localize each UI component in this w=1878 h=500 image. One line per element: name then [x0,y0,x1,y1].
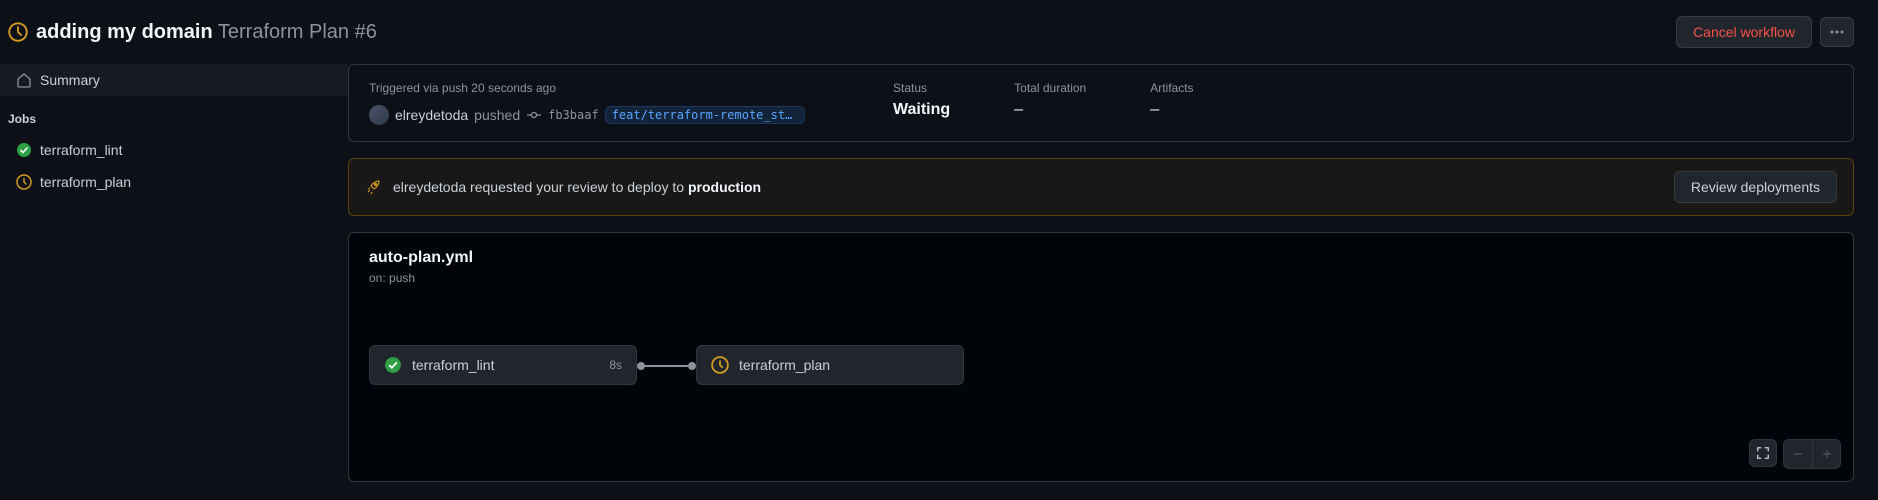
trigger-text: Triggered via push 20 seconds ago [369,81,829,95]
kebab-menu-button[interactable] [1820,17,1854,47]
sidebar-job-terraform-plan[interactable]: terraform_plan [0,166,348,198]
header-left: adding my domain Terraform Plan #6 [8,21,377,44]
avatar[interactable] [369,105,389,125]
sidebar-job-label: terraform_plan [40,174,131,190]
header-actions: Cancel workflow [1676,16,1854,48]
zoom-group [1783,439,1841,469]
artifacts-label: Artifacts [1150,81,1193,95]
check-circle-icon [384,356,402,374]
zoom-in-button[interactable] [1812,440,1840,468]
status-waiting-icon [8,22,28,42]
zoom-out-button[interactable] [1784,440,1812,468]
kebab-icon [1829,24,1845,40]
duration-label: Total duration [1014,81,1086,95]
sidebar-item-summary[interactable]: Summary [0,64,348,96]
sidebar: Summary Jobs terraform_lint terraform_pl… [0,64,348,482]
graph-canvas[interactable]: terraform_lint 8s terraform_plan [349,285,1853,445]
workflow-on-text: on: push [369,271,1833,285]
clock-icon [16,174,32,190]
sidebar-job-label: terraform_lint [40,142,122,158]
graph-header: auto-plan.yml on: push [349,233,1853,285]
review-alert: elreydetoda requested your review to dep… [348,158,1854,216]
pushed-word: pushed [474,107,520,123]
review-deployments-button[interactable]: Review deployments [1674,171,1837,203]
commit-sha[interactable]: fb3baaf [548,108,599,122]
job-node-terraform-lint[interactable]: terraform_lint 8s [369,345,637,385]
sidebar-job-terraform-lint[interactable]: terraform_lint [0,134,348,166]
job-connector [637,365,696,367]
main-layout: Summary Jobs terraform_lint terraform_pl… [0,64,1878,482]
alert-text: elreydetoda requested your review to dep… [393,179,761,195]
workflow-file-name[interactable]: auto-plan.yml [369,249,1833,267]
title-rest: Terraform Plan #6 [218,21,377,43]
alert-prefix: elreydetoda requested your review to dep… [393,179,688,195]
status-label: Status [893,81,950,95]
job-node-terraform-plan[interactable]: terraform_plan [696,345,964,385]
meta-trigger-col: Triggered via push 20 seconds ago elreyd… [369,81,829,125]
push-line: elreydetoda pushed fb3baaf feat/terrafor… [369,105,829,125]
alert-env: production [688,179,761,195]
cancel-workflow-button[interactable]: Cancel workflow [1676,16,1812,48]
meta-status-col: Status Waiting [893,81,950,125]
main-content: Triggered via push 20 seconds ago elreyd… [348,64,1878,482]
commit-icon [526,107,542,123]
page-title: adding my domain Terraform Plan #6 [36,21,377,44]
home-icon [16,72,32,88]
fullscreen-button[interactable] [1749,439,1777,467]
run-meta-box: Triggered via push 20 seconds ago elreyd… [348,64,1854,142]
workflow-graph-box: auto-plan.yml on: push terraform_lint 8s [348,232,1854,482]
job-node-label: terraform_lint [412,357,599,373]
alert-left: elreydetoda requested your review to dep… [365,179,761,195]
job-node-duration: 8s [609,358,622,372]
job-node-label: terraform_plan [739,357,949,373]
meta-artifacts-col: Artifacts – [1150,81,1193,125]
sidebar-jobs-heading: Jobs [0,96,348,134]
duration-value: – [1014,101,1086,119]
page-header: adding my domain Terraform Plan #6 Cance… [0,0,1878,64]
sidebar-summary-label: Summary [40,72,100,88]
artifacts-value: – [1150,101,1193,119]
meta-row: Triggered via push 20 seconds ago elreyd… [369,81,1833,125]
check-circle-icon [16,142,32,158]
actor-name[interactable]: elreydetoda [395,107,468,123]
status-value: Waiting [893,101,950,119]
clock-icon [711,356,729,374]
meta-duration-col: Total duration – [1014,81,1086,125]
rocket-icon [365,179,381,195]
graph-controls [1749,439,1841,469]
title-strong: adding my domain [36,21,213,43]
branch-label[interactable]: feat/terraform-remote_sta… [605,106,805,124]
